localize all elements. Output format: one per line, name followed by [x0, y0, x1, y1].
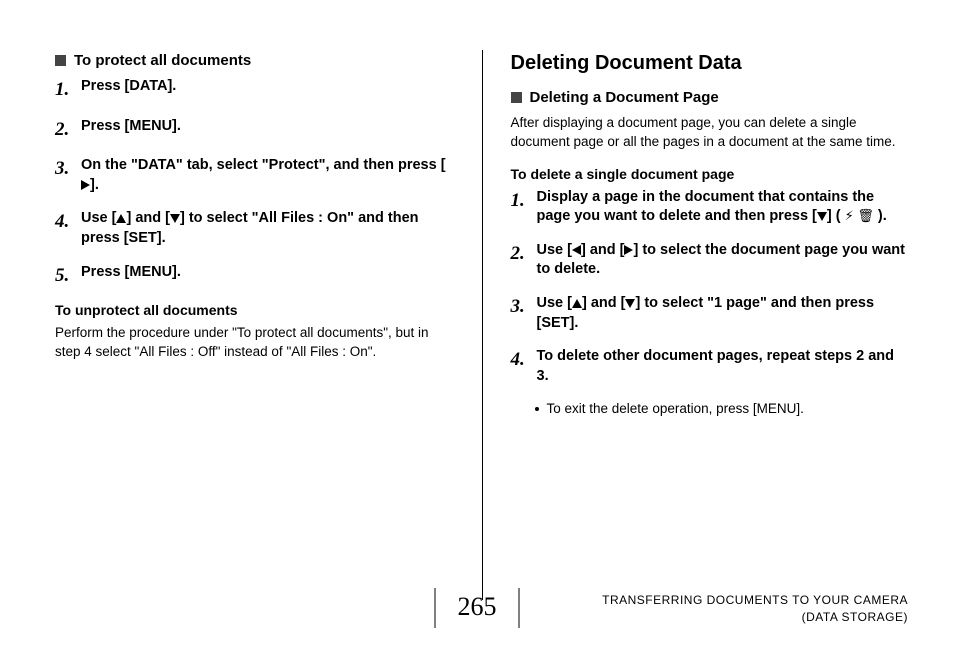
flash-trash-icon: ⚡︎ 🗑︎	[845, 208, 874, 223]
step-item: 5.Press [MENU].	[55, 263, 454, 289]
section-title: To protect all documents	[74, 52, 251, 69]
right-heading: Deleting Document Data	[511, 52, 910, 75]
up-arrow-icon	[116, 214, 126, 223]
square-bullet-icon	[55, 55, 66, 66]
down-arrow-icon	[625, 299, 635, 308]
footer-line2: (DATA STORAGE)	[602, 609, 908, 626]
step-item: 3.On the "DATA" tab, select "Protect", a…	[55, 156, 454, 195]
step-text: Press [MENU].	[81, 117, 454, 137]
step-text: To delete other document pages, repeat s…	[537, 347, 910, 386]
left-paragraph: Perform the procedure under "To protect …	[55, 324, 454, 362]
step-item: 4.To delete other document pages, repeat…	[511, 347, 910, 386]
section-heading: To protect all documents	[55, 52, 454, 69]
down-arrow-icon	[817, 212, 827, 221]
step-text: Use [] and [] to select "All Files : On"…	[81, 209, 454, 248]
section-heading: Deleting a Document Page	[511, 89, 910, 106]
page-number: 265	[458, 592, 497, 622]
right-arrow-icon	[624, 245, 633, 255]
step-item: 1.Press [DATA].	[55, 77, 454, 103]
square-bullet-icon	[511, 92, 522, 103]
right-column: Deleting Document Data Deleting a Docume…	[483, 50, 910, 560]
step-item: 2.Press [MENU].	[55, 117, 454, 143]
step-text: Use [] and [] to select "1 page" and the…	[537, 294, 910, 333]
left-steps-list: 1.Press [DATA]. 2.Press [MENU]. 3.On the…	[55, 77, 454, 288]
step-text: Display a page in the document that cont…	[537, 188, 910, 227]
step-item: 3.Use [] and [] to select "1 page" and t…	[511, 294, 910, 333]
page-footer: 265 TRANSFERRING DOCUMENTS TO YOUR CAMER…	[0, 582, 954, 634]
left-arrow-icon	[572, 245, 581, 255]
page-body: To protect all documents 1.Press [DATA].…	[0, 0, 954, 560]
right-steps-list: 1.Display a page in the document that co…	[511, 188, 910, 387]
step-text: Press [MENU].	[81, 263, 454, 283]
right-arrow-icon	[81, 180, 90, 190]
right-intro: After displaying a document page, you ca…	[511, 114, 910, 152]
page-number-box: 265	[435, 588, 520, 628]
step-item: 4.Use [] and [] to select "All Files : O…	[55, 209, 454, 248]
left-column: To protect all documents 1.Press [DATA].…	[55, 50, 482, 560]
step-text: Use [] and [] to select the document pag…	[537, 241, 910, 280]
down-arrow-icon	[170, 214, 180, 223]
right-subheading: To delete a single document page	[511, 166, 910, 182]
bullet-text: To exit the delete operation, press [MEN…	[547, 400, 804, 419]
section-title: Deleting a Document Page	[530, 89, 719, 106]
step-item: 1.Display a page in the document that co…	[511, 188, 910, 227]
left-subheading: To unprotect all documents	[55, 302, 454, 318]
step-text: On the "DATA" tab, select "Protect", and…	[81, 156, 454, 195]
footer-text: TRANSFERRING DOCUMENTS TO YOUR CAMERA (D…	[602, 592, 908, 626]
bullet-note: To exit the delete operation, press [MEN…	[535, 400, 910, 419]
step-item: 2.Use [] and [] to select the document p…	[511, 241, 910, 280]
step-text: Press [DATA].	[81, 77, 454, 97]
bullet-dot-icon	[535, 407, 539, 411]
footer-line1: TRANSFERRING DOCUMENTS TO YOUR CAMERA	[602, 592, 908, 609]
up-arrow-icon	[572, 299, 582, 308]
